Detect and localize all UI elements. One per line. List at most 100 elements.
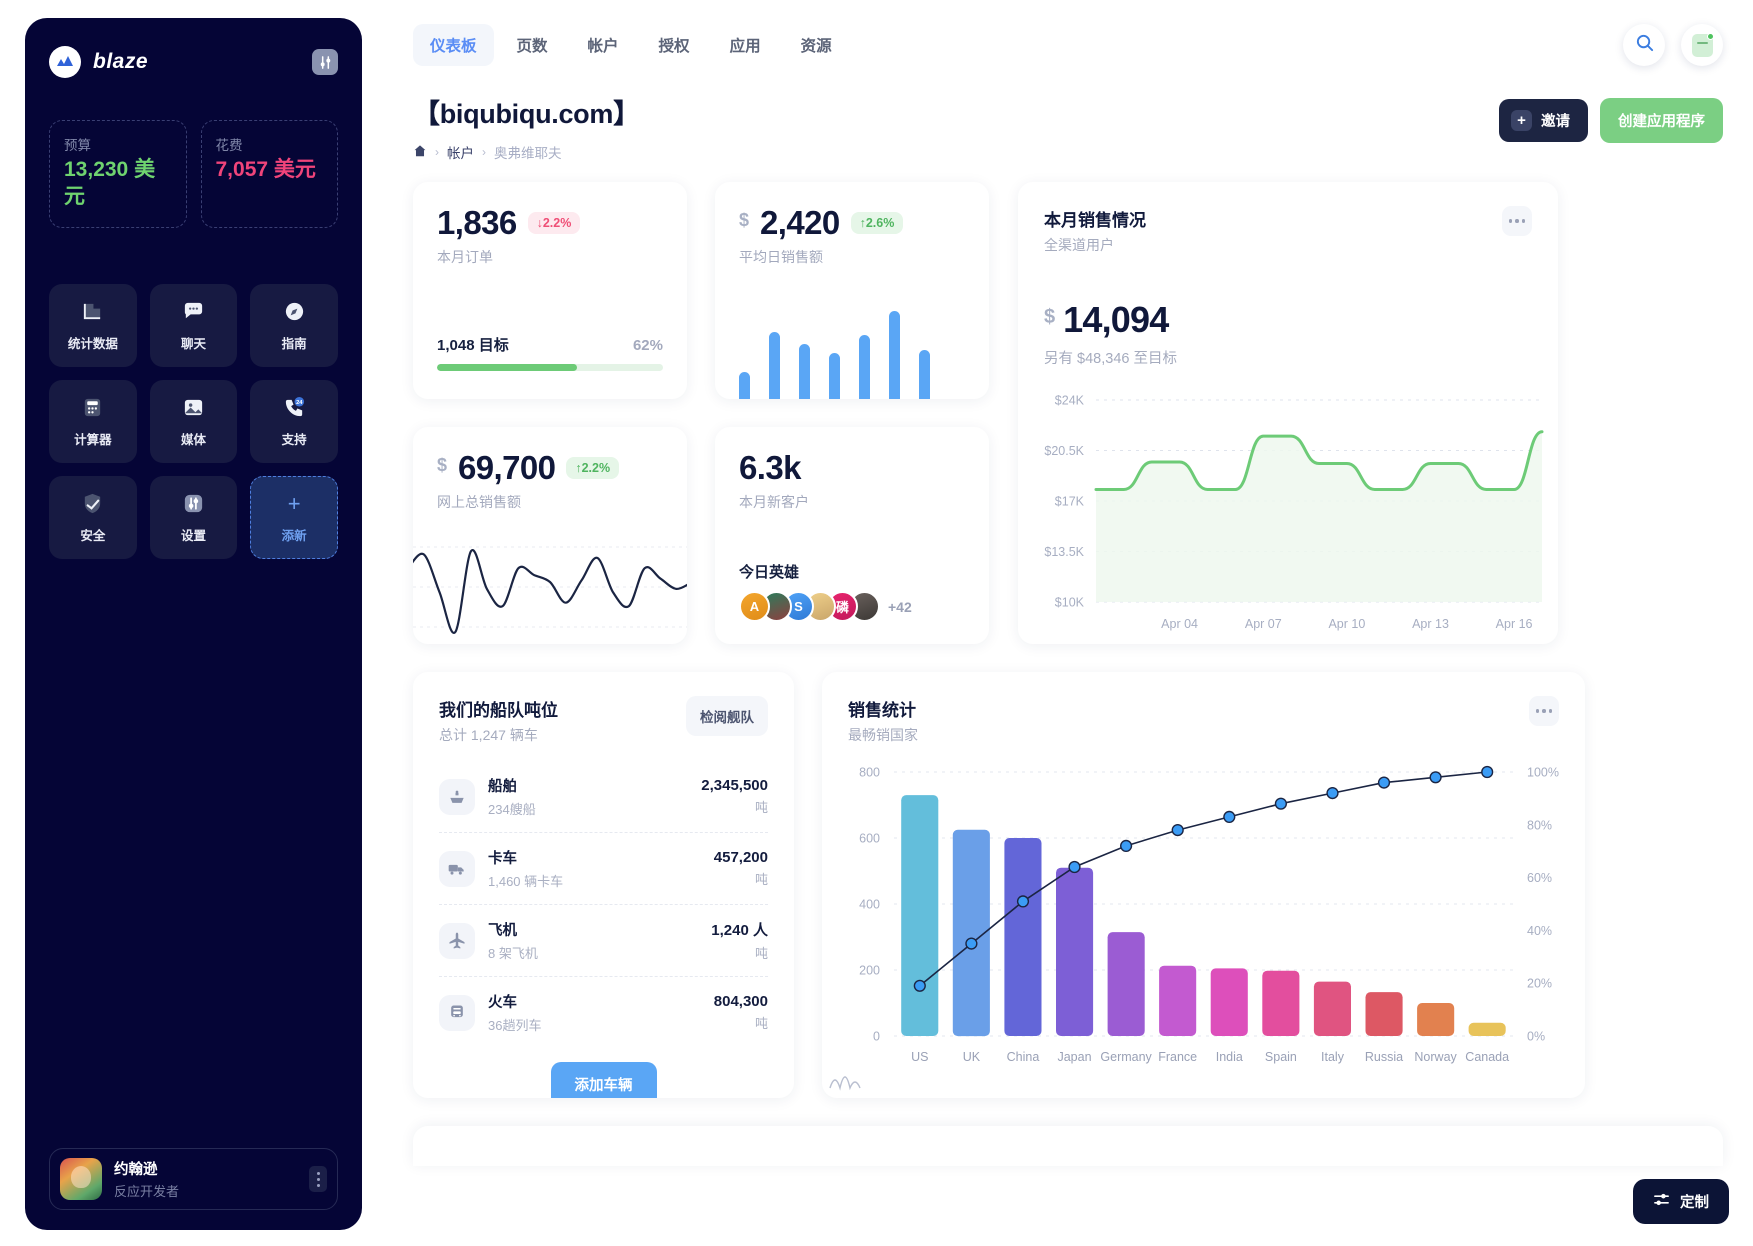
fleet-item-amount: 457,200	[713, 849, 768, 866]
card-sales-statistics: 销售统计 最畅销国家 0 200 400 600 800 0% 20% 40% 60% 80% 10…	[822, 672, 1585, 1098]
sidebar-profile[interactable]: 约翰逊 反应开发者	[49, 1148, 338, 1210]
sidebar-item-support[interactable]: 24 支持	[250, 379, 338, 463]
main-content: 仪表板 页数 帐户 授权 应用 资源 【biqubiqu.com】 › 帐户 ›…	[380, 0, 1753, 1246]
heroes-more-count: +42	[888, 598, 912, 615]
add-vehicle-button[interactable]: 添加车辆	[550, 1062, 657, 1098]
profile-text: 约翰逊 反应开发者	[114, 1158, 297, 1200]
tab-dashboard[interactable]: 仪表板	[413, 24, 494, 66]
title-block: 【biqubiqu.com】 › 帐户 › 奥弗维耶夫	[413, 92, 640, 162]
dashboard-page: blaze 预算 13,230 美元 花费 7,057 美元 统计数据 聊天 指…	[0, 0, 1753, 1246]
calculator-icon	[81, 395, 104, 421]
online-total-sparkline	[413, 529, 687, 644]
sidebar-item-calculator[interactable]: 计算器	[49, 379, 137, 463]
svg-text:20%: 20%	[1527, 977, 1552, 991]
tab-apps[interactable]: 应用	[713, 24, 778, 66]
more-horizontal-icon[interactable]	[1502, 206, 1532, 236]
online-total-label: 网上总销售额	[437, 494, 521, 510]
svg-text:Canada: Canada	[1465, 1050, 1509, 1064]
sidebar: blaze 预算 13,230 美元 花费 7,057 美元 统计数据 聊天 指…	[25, 18, 362, 1230]
heroes-avatar-stack[interactable]: A S 磷 +42	[739, 591, 912, 622]
card-new-customers: 6.3k 本月新客户 今日英雄 A S 磷 +42	[715, 427, 989, 644]
fleet-item-text: 飞机 8 架飞机	[488, 919, 538, 962]
sliders-icon[interactable]	[312, 49, 338, 75]
fleet-item-values: 1,240 人 吨	[711, 919, 768, 962]
invite-button[interactable]: + 邀请	[1499, 99, 1588, 142]
fleet-subtitle: 总计 1,247 辆车	[439, 727, 538, 743]
plane-icon	[439, 922, 475, 959]
online-total-value-row: $ 69,700 ↑2.2%	[437, 449, 663, 487]
brand[interactable]: blaze	[49, 46, 148, 78]
budget-value: 13,230 美元	[64, 158, 156, 208]
fleet-item-name: 船舶	[488, 779, 517, 795]
search-button[interactable]	[1623, 24, 1665, 66]
fleet-item-name: 火车	[488, 995, 517, 1011]
breadcrumb-accounts[interactable]: 帐户	[447, 142, 474, 162]
tab-accounts[interactable]: 帐户	[571, 24, 636, 66]
fleet-item-count: 234艘船	[488, 802, 536, 817]
tab-pages[interactable]: 页数	[500, 24, 565, 66]
fleet-item-amount: 1,240 人	[711, 922, 768, 939]
svg-text:Spain: Spain	[1265, 1050, 1297, 1064]
svg-text:Apr 16: Apr 16	[1496, 617, 1533, 631]
new-customers-value-row: 6.3k	[739, 449, 965, 487]
bar-chart-icon	[81, 299, 104, 325]
avatar[interactable]: A	[739, 591, 770, 622]
tab-resources[interactable]: 资源	[784, 24, 849, 66]
avg-daily-change-badge: ↑2.6%	[850, 212, 904, 234]
sidebar-item-add-new[interactable]: + 添新	[250, 475, 338, 559]
plus-icon: +	[287, 490, 301, 516]
fleet-list: 船舶 234艘船 2,345,500 吨 卡车 1,460 辆卡车 457,20…	[439, 761, 768, 1048]
sidebar-item-guide[interactable]: 指南	[250, 283, 338, 367]
svg-text:UK: UK	[963, 1050, 981, 1064]
sales-stats-pareto-chart: 0 200 400 600 800 0% 20% 40% 60% 80% 100% US UK China…	[822, 750, 1585, 1098]
budget-label: 预算	[64, 138, 91, 153]
review-fleet-button[interactable]: 检阅舰队	[686, 696, 768, 736]
sidebar-item-chat[interactable]: 聊天	[149, 283, 238, 367]
sales-stats-titles: 销售统计 最畅销国家	[848, 696, 918, 745]
orders-goal-text: 1,048 目标	[437, 337, 509, 354]
orders-goal-pct: 62%	[632, 337, 663, 354]
sidebar-item-security[interactable]: 安全	[49, 475, 137, 559]
sidebar-item-media[interactable]: 媒体	[149, 379, 238, 463]
shield-icon	[81, 491, 104, 517]
sidebar-item-settings[interactable]: 设置	[149, 475, 238, 559]
sidebar-item-label: 安全	[80, 528, 106, 543]
sales-stats-subtitle: 最畅销国家	[848, 727, 918, 743]
svg-text:100%: 100%	[1527, 766, 1559, 780]
ship-icon	[439, 778, 475, 815]
customize-button-label: 定制	[1680, 1195, 1709, 1211]
list-item[interactable]: 飞机 8 架飞机 1,240 人 吨	[439, 904, 768, 976]
sales-month-amount-row: $ 14,094	[1044, 299, 1532, 341]
heroes-label: 今日英雄	[739, 564, 800, 581]
bar	[889, 311, 900, 399]
more-horizontal-icon[interactable]	[1529, 696, 1559, 726]
fleet-item-text: 卡车 1,460 辆卡车	[488, 847, 563, 890]
notes-button[interactable]	[1681, 24, 1723, 66]
list-item[interactable]: 火车 36趟列车 804,300 吨	[439, 976, 768, 1048]
more-vertical-icon[interactable]	[309, 1166, 327, 1192]
tab-authorization[interactable]: 授权	[642, 24, 707, 66]
svg-text:24: 24	[296, 400, 303, 406]
home-icon[interactable]	[413, 144, 427, 161]
page-title: 【biqubiqu.com】	[413, 99, 640, 129]
sidebar-item-stats[interactable]: 统计数据	[49, 283, 137, 367]
customize-button[interactable]: 定制	[1633, 1179, 1729, 1224]
fleet-item-amount: 2,345,500	[701, 777, 768, 794]
list-item[interactable]: 卡车 1,460 辆卡车 457,200 吨	[439, 832, 768, 904]
sales-stats-title: 销售统计	[848, 701, 916, 720]
orders-value-row: 1,836 ↓2.2%	[437, 204, 663, 242]
list-item[interactable]: 船舶 234艘船 2,345,500 吨	[439, 761, 768, 832]
cards-grid: 1,836 ↓2.2% 本月订单 1,048 目标 62% $ 2,420 ↑2…	[380, 162, 1753, 1166]
fleet-item-count: 1,460 辆卡车	[488, 874, 564, 889]
create-app-button[interactable]: 创建应用程序	[1600, 98, 1723, 143]
fleet-item-text: 船舶 234艘船	[488, 775, 536, 818]
fleet-title: 我们的船队吨位	[439, 701, 558, 720]
sales-stats-header: 销售统计 最畅销国家	[848, 696, 1559, 745]
title-actions: + 邀请 创建应用程序	[1499, 98, 1723, 143]
fleet-header: 我们的船队吨位 总计 1,247 辆车 检阅舰队	[439, 696, 768, 745]
profile-role: 反应开发者	[114, 1184, 180, 1199]
sidebar-brand-row: blaze	[49, 46, 338, 78]
top-bar: 仪表板 页数 帐户 授权 应用 资源	[380, 0, 1753, 66]
svg-text:400: 400	[859, 898, 880, 912]
